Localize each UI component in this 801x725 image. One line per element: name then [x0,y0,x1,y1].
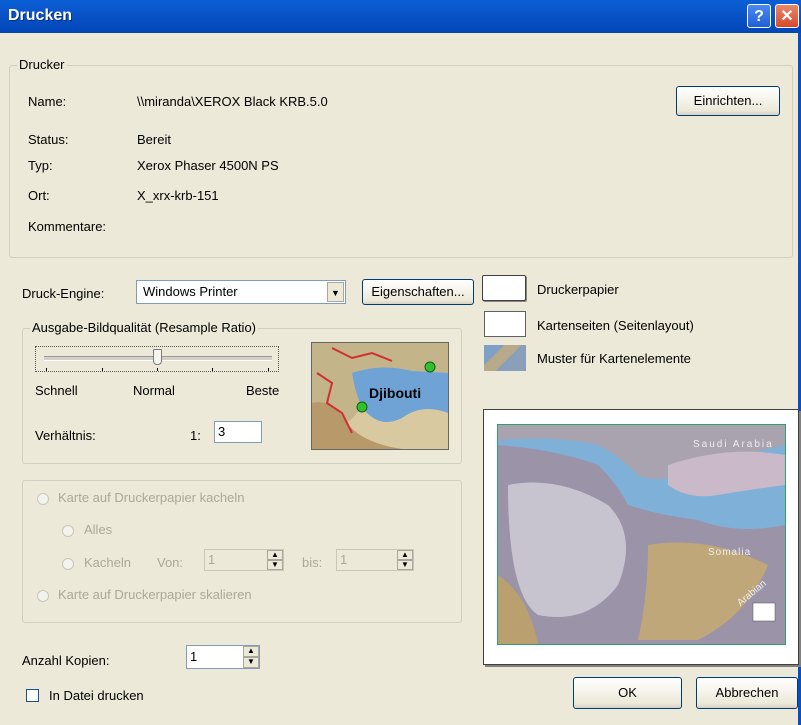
preview-map: Saudi Arabia Somalia Arabian [497,424,786,645]
slider-tick [212,368,213,371]
slider-thumb[interactable] [153,349,162,365]
print-to-file-label: In Datei drucken [49,688,144,703]
window-title: Drucken [8,7,73,24]
properties-button[interactable]: Eigenschaften... [362,279,474,305]
map-element-legend-label: Muster für Kartenelemente [537,351,691,366]
scale-radio[interactable] [37,590,49,602]
engine-select[interactable]: Windows Printer ▼ [136,280,346,304]
engine-selected: Windows Printer [143,284,238,299]
ratio-prefix: 1: [190,428,201,443]
print-to-file-checkbox[interactable] [26,689,39,702]
cancel-button[interactable]: Abbrechen [696,677,798,709]
location-value: X_xrx-krb-151 [137,188,219,203]
spin-up-icon[interactable]: ▲ [267,550,283,560]
paper-legend-label: Druckerpapier [537,282,619,297]
to-label: bis: [302,555,323,570]
slider-tick [46,368,47,371]
map-sample-image: Djibouti [311,342,449,450]
from-spinner[interactable]: ▲ ▼ [267,550,283,570]
copies-spinner[interactable]: ▲ ▼ [243,646,259,668]
chevron-down-icon[interactable]: ▼ [327,282,344,302]
map-element-swatch [484,345,526,371]
map-pages-legend-label: Kartenseiten (Seitenlayout) [537,318,694,333]
tile-option-label: Karte auf Druckerpapier kacheln [58,490,245,505]
fast-label: Schnell [35,383,78,398]
tiles-option-label: Kacheln [84,555,131,570]
print-dialog: Drucker Name: \\miranda\XEROX Black KRB.… [0,33,801,725]
printer-group-label: Drucker [17,57,67,72]
from-label: Von: [157,555,184,570]
status-value: Bereit [137,132,171,147]
spin-down-icon[interactable]: ▼ [397,560,413,570]
print-preview: Saudi Arabia Somalia Arabian [483,409,799,665]
normal-label: Normal [133,383,175,398]
comment-label: Kommentare: [28,219,107,234]
quality-slider[interactable] [35,346,279,372]
slider-tick [157,368,158,371]
spin-up-icon[interactable]: ▲ [243,646,259,657]
close-button[interactable]: ✕ [775,4,799,28]
slider-tick [102,368,103,371]
all-option-label: Alles [84,522,113,537]
spin-down-icon[interactable]: ▼ [267,560,283,570]
printer-name: \\miranda\XEROX Black KRB.5.0 [137,94,328,109]
quality-group-label: Ausgabe-Bildqualität (Resample Ratio) [30,320,259,335]
to-spinner[interactable]: ▲ ▼ [397,550,413,570]
best-label: Beste [246,383,280,398]
all-radio[interactable] [62,525,74,537]
engine-label: Druck-Engine: [22,286,105,301]
svg-text:Somalia: Somalia [708,547,751,558]
svg-text:Saudi Arabia: Saudi Arabia [693,439,774,450]
setup-button[interactable]: Einrichten... [676,86,780,116]
ok-button[interactable]: OK [573,677,682,709]
title-bar [0,0,801,33]
spin-up-icon[interactable]: ▲ [397,550,413,560]
map-page-swatch [484,311,526,337]
ratio-label: Verhältnis: [35,428,96,443]
tile-radio[interactable] [37,493,49,505]
scale-option-label: Karte auf Druckerpapier skalieren [58,587,252,602]
slider-tick [268,368,269,371]
location-label: Ort: [28,188,50,203]
type-value: Xerox Phaser 4500N PS [137,158,279,173]
name-label: Name: [28,94,67,109]
type-label: Typ: [28,158,53,173]
svg-text:Djibouti: Djibouti [369,385,421,401]
copies-label: Anzahl Kopien: [22,653,110,668]
status-label: Status: [28,132,69,147]
paper-swatch [482,275,526,301]
help-button[interactable]: ? [747,4,771,28]
ratio-input[interactable]: 3 [214,421,262,443]
spin-down-icon[interactable]: ▼ [243,657,259,668]
tiles-radio[interactable] [62,558,74,570]
